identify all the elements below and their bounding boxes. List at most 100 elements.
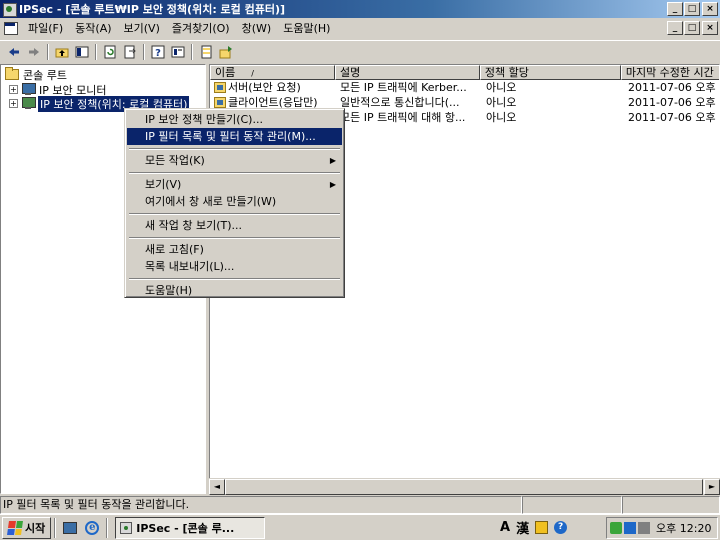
row-assigned: 아니오	[486, 96, 517, 109]
toolbar-separator	[191, 43, 193, 60]
child-close-button[interactable]: ×	[702, 21, 718, 35]
close-button[interactable]: ×	[702, 2, 718, 16]
taskbar-button-ipsec[interactable]: IPSec - [콘솔 루...	[115, 516, 266, 539]
export-icon[interactable]	[120, 43, 140, 61]
title-bar[interactable]: IPSec - [콘솔 루트₩IP 보안 정책(위치: 로컬 컴퓨터)] _ □…	[0, 0, 720, 18]
child-maximize-button[interactable]: □	[684, 21, 700, 35]
network-icon[interactable]	[624, 522, 636, 534]
internet-explorer-icon[interactable]: e	[83, 519, 101, 537]
context-menu: IP 보안 정책 만들기(C)... IP 필터 목록 및 필터 동작 관리(M…	[124, 108, 345, 298]
ime-help-icon[interactable]: ?	[554, 521, 568, 534]
table-row[interactable]: 서버(보안 요청) 모든 IP 트래픽에 Kerber... 아니오 2011-…	[210, 80, 720, 95]
status-panel	[522, 496, 622, 514]
menu-separator	[127, 275, 342, 282]
volume-icon[interactable]	[638, 522, 650, 534]
column-header-name[interactable]: 이름 /	[210, 65, 336, 80]
menu-bar: 파일(F) 동작(A) 보기(V) 즐겨찾기(O) 창(W) 도움말(H) _ …	[0, 18, 720, 38]
ime-bar: A 漢 ?	[500, 518, 568, 537]
menu-separator	[127, 169, 342, 176]
menu-favorites[interactable]: 즐겨찾기(O)	[166, 20, 236, 36]
toolbar: ?	[0, 40, 720, 62]
up-folder-icon[interactable]	[52, 43, 72, 61]
windows-logo-icon	[7, 520, 23, 535]
row-modified: 2011-07-06 오후 1	[628, 96, 720, 109]
menu-file[interactable]: 파일(F)	[22, 20, 69, 36]
row-assigned: 아니오	[486, 111, 517, 124]
menu-item-new-taskpad-view[interactable]: 새 작업 창 보기(T)...	[127, 217, 342, 234]
menu-separator	[127, 210, 342, 217]
ime-tool-icon[interactable]	[535, 521, 549, 534]
menu-window[interactable]: 창(W)	[236, 20, 278, 36]
start-button[interactable]: 시작	[2, 516, 52, 539]
menu-item-all-tasks[interactable]: 모든 작업(K) ▶	[127, 152, 342, 169]
policy-item-icon	[214, 97, 226, 108]
help-icon[interactable]: ?	[148, 43, 168, 61]
ipsec-app-icon[interactable]	[2, 2, 17, 17]
menu-item-export-list[interactable]: 목록 내보내기(L)...	[127, 258, 342, 275]
show-tree-icon[interactable]	[72, 43, 92, 61]
row-name: 서버(보안 요청)	[228, 81, 301, 94]
column-header-assigned[interactable]: 정책 할당	[479, 65, 621, 80]
policy-item-icon	[214, 82, 226, 93]
taskbar-separator	[54, 517, 57, 538]
new-policy-icon[interactable]	[196, 43, 216, 61]
ime-mode-a[interactable]: A	[500, 520, 510, 535]
toolbar-separator	[143, 43, 145, 60]
security-shield-icon[interactable]	[610, 522, 622, 534]
expand-icon[interactable]: +	[9, 99, 18, 108]
submenu-arrow-icon: ▶	[329, 180, 336, 189]
scroll-thumb[interactable]	[225, 479, 703, 495]
child-window-controls: _ □ ×	[666, 21, 718, 35]
svg-text:?: ?	[155, 48, 161, 59]
menu-item-refresh[interactable]: 새로 고침(F)	[127, 241, 342, 258]
menu-help[interactable]: 도움말(H)	[277, 20, 336, 36]
row-description: 모든 IP 트래픽에 대해 항...	[340, 111, 466, 124]
minimize-button[interactable]: _	[667, 2, 683, 16]
ipsec-app-icon	[120, 521, 133, 534]
list-header: 이름 / 설명 정책 할당 마지막 수정한 시간	[210, 65, 719, 80]
menu-view[interactable]: 보기(V)	[118, 20, 166, 36]
status-panel	[622, 496, 720, 514]
row-description: 모든 IP 트래픽에 Kerber...	[340, 81, 467, 94]
maximize-button[interactable]: □	[684, 2, 700, 16]
row-modified: 2011-07-06 오후 1	[628, 81, 720, 94]
toolbar-separator	[95, 43, 97, 60]
menu-item-manage-ip-filter-lists[interactable]: IP 필터 목록 및 필터 동작 관리(M)...	[127, 128, 342, 145]
window-controls: _ □ ×	[666, 2, 718, 16]
policy-icon	[21, 97, 36, 110]
taskbar-button-label: IPSec - [콘솔 루...	[136, 521, 235, 535]
refresh-icon[interactable]	[100, 43, 120, 61]
forward-icon[interactable]	[24, 43, 44, 61]
child-minimize-button[interactable]: _	[667, 21, 683, 35]
clock[interactable]: 오후 12:20	[656, 520, 711, 536]
column-header-description[interactable]: 설명	[335, 65, 480, 80]
console-window-icon[interactable]	[2, 20, 18, 36]
folder-icon	[5, 67, 19, 80]
menu-item-view[interactable]: 보기(V) ▶	[127, 176, 342, 193]
row-modified: 2011-07-06 오후 1	[628, 111, 720, 124]
tree-root[interactable]: 콘솔 루트	[5, 67, 67, 82]
show-desktop-icon[interactable]	[61, 519, 79, 537]
scroll-left-button[interactable]: ◄	[209, 479, 225, 495]
menu-action[interactable]: 동작(A)	[69, 20, 117, 36]
submenu-arrow-icon: ▶	[329, 156, 336, 165]
start-label: 시작	[25, 521, 46, 535]
row-assigned: 아니오	[486, 81, 517, 94]
horizontal-scrollbar[interactable]: ◄ ►	[209, 478, 720, 495]
menu-separator	[127, 145, 342, 152]
manage-filters-icon[interactable]	[216, 43, 236, 61]
row-description: 일반적으로 통신합니다(...	[340, 96, 460, 109]
expand-icon[interactable]: +	[9, 85, 18, 94]
system-tray: 오후 12:20	[606, 517, 718, 539]
back-icon[interactable]	[4, 43, 24, 61]
menu-item-create-ip-security-policy[interactable]: IP 보안 정책 만들기(C)...	[127, 111, 342, 128]
taskbar-separator	[106, 517, 109, 538]
menu-item-new-window-from-here[interactable]: 여기에서 창 새로 만들기(W)	[127, 193, 342, 210]
column-header-modified[interactable]: 마지막 수정한 시간	[620, 65, 719, 80]
scroll-right-button[interactable]: ►	[704, 479, 720, 495]
menu-item-help[interactable]: 도움말(H)	[127, 282, 342, 299]
ime-hanja[interactable]: 漢	[516, 518, 529, 537]
window-title: IPSec - [콘솔 루트₩IP 보안 정책(위치: 로컬 컴퓨터)]	[19, 3, 286, 16]
tree-root-label: 콘솔 루트	[23, 68, 67, 82]
properties-icon[interactable]	[168, 43, 188, 61]
